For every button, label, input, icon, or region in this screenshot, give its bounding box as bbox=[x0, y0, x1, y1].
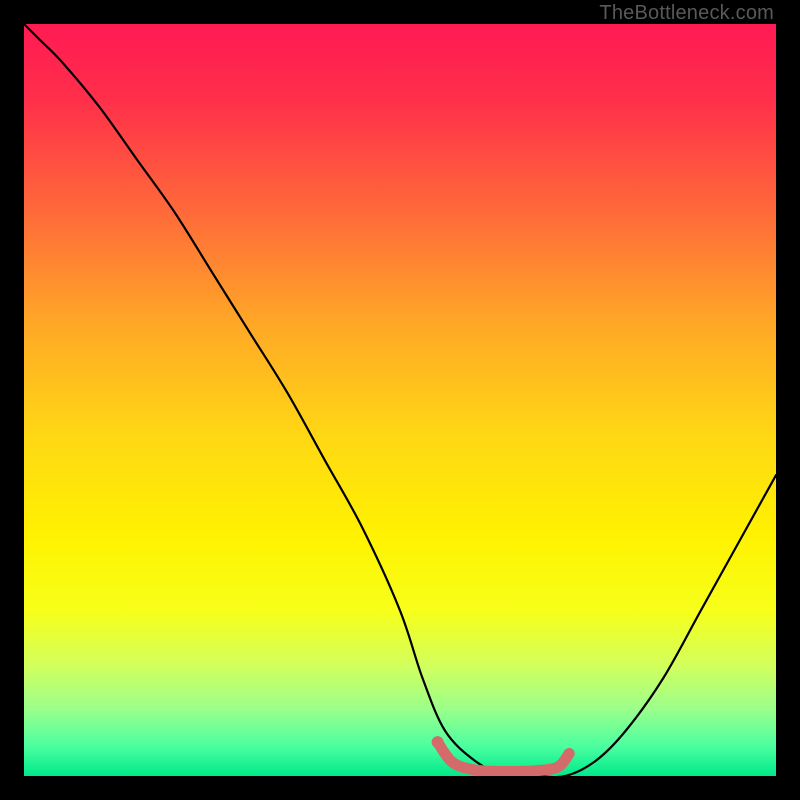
gradient-background bbox=[24, 24, 776, 776]
chart-frame bbox=[24, 24, 776, 776]
attribution-label: TheBottleneck.com bbox=[599, 2, 774, 25]
chart-svg bbox=[24, 24, 776, 776]
optimal-range-start-dot bbox=[432, 736, 444, 748]
